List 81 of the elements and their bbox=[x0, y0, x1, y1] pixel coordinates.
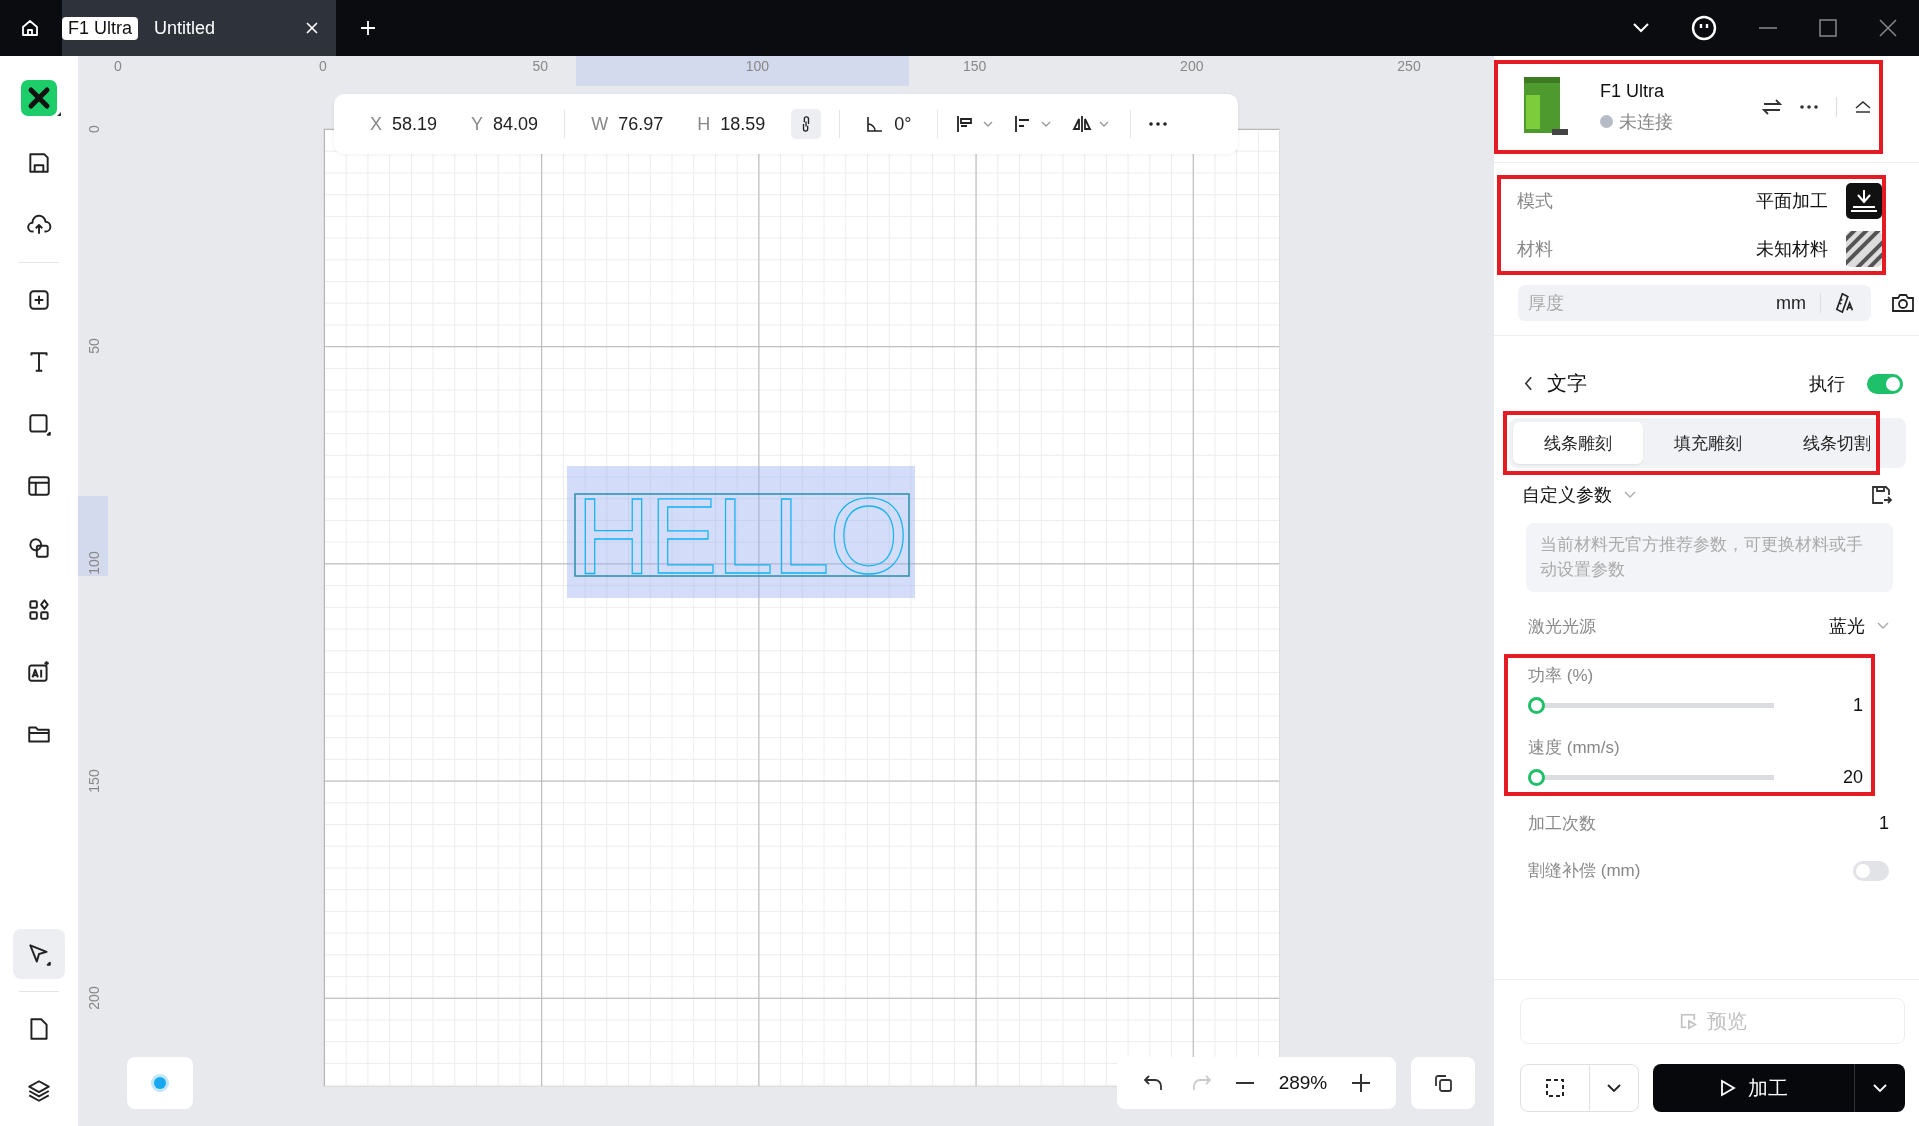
preset-dropdown[interactable]: 自定义参数 bbox=[1522, 483, 1612, 507]
process-tab[interactable]: 线条雕刻 bbox=[1513, 422, 1643, 464]
slider-label: 功率 (%) bbox=[1528, 665, 1595, 688]
setting-label: 模式 bbox=[1517, 190, 1554, 213]
back-icon[interactable] bbox=[1524, 376, 1533, 391]
tab-title: Untitled bbox=[154, 17, 217, 39]
link-icon bbox=[801, 115, 812, 133]
ruler-label: 200 bbox=[87, 985, 101, 1012]
copy-button[interactable] bbox=[1411, 1057, 1475, 1109]
material-swatch-icon[interactable] bbox=[1846, 231, 1882, 267]
ruler-label: 0 bbox=[87, 124, 101, 135]
document-tab[interactable]: F1 Ultra Untitled bbox=[62, 0, 336, 56]
dashed-frame-icon bbox=[1545, 1078, 1565, 1098]
setting-value[interactable]: 未知材料 bbox=[1756, 237, 1828, 261]
camera-icon[interactable] bbox=[1891, 292, 1915, 314]
process-button[interactable]: 加工 bbox=[1653, 1064, 1854, 1112]
indicator-dot-icon bbox=[154, 1077, 166, 1089]
more-icon[interactable] bbox=[1800, 105, 1818, 109]
plus-icon[interactable] bbox=[360, 20, 376, 36]
angle-field[interactable]: 0° bbox=[858, 113, 920, 135]
process-tab[interactable]: 线条切割 bbox=[1772, 422, 1902, 464]
save-preset-icon[interactable] bbox=[1869, 483, 1893, 507]
coordinate-field[interactable]: W 76.97 bbox=[583, 113, 672, 135]
setting-value[interactable]: 平面加工 bbox=[1756, 189, 1828, 213]
connection-status: 未连接 bbox=[1619, 110, 1673, 134]
chevron-down-icon bbox=[1873, 1084, 1887, 1092]
execute-toggle[interactable] bbox=[1867, 373, 1903, 394]
execute-label: 执行 bbox=[1809, 372, 1845, 396]
ruler-label: 250 bbox=[1397, 58, 1421, 74]
status-dot-icon bbox=[1600, 115, 1613, 128]
zoom-in-icon[interactable] bbox=[1351, 1074, 1370, 1092]
setting-label: 材料 bbox=[1517, 238, 1554, 261]
status-card[interactable] bbox=[127, 1057, 193, 1109]
coordinate-field[interactable]: Y 84.09 bbox=[463, 113, 547, 135]
maximize-icon[interactable] bbox=[1819, 19, 1837, 37]
swap-icon[interactable] bbox=[1762, 99, 1782, 115]
slider-value: 20 bbox=[1841, 767, 1863, 789]
ruler-label: 100 bbox=[87, 550, 101, 578]
kerf-toggle[interactable] bbox=[1853, 860, 1889, 881]
layer-title: 文字 bbox=[1547, 371, 1587, 396]
process-dropdown[interactable] bbox=[1854, 1064, 1905, 1112]
frame-button[interactable] bbox=[1520, 1064, 1590, 1112]
thickness-field[interactable]: 厚度 mm bbox=[1518, 285, 1871, 321]
play-icon bbox=[1719, 1079, 1736, 1097]
close-icon[interactable] bbox=[1879, 19, 1897, 37]
link-button[interactable] bbox=[791, 109, 822, 139]
ruler-label: 0 bbox=[319, 58, 327, 74]
ruler-label: 50 bbox=[87, 337, 101, 356]
passes-value[interactable]: 1 bbox=[1879, 813, 1889, 835]
ruler-label: 0 bbox=[114, 58, 122, 74]
ruler-label: 150 bbox=[87, 767, 101, 795]
collapse-icon[interactable] bbox=[1855, 101, 1871, 113]
ruler-label: 200 bbox=[1180, 58, 1204, 74]
slider-label: 速度 (mm/s) bbox=[1528, 737, 1621, 760]
slider-value: 1 bbox=[1852, 695, 1863, 717]
ruler-label: 50 bbox=[532, 58, 548, 74]
home-icon[interactable] bbox=[20, 18, 40, 38]
device-name: F1 Ultra bbox=[1600, 80, 1665, 102]
angle-icon bbox=[866, 115, 885, 133]
passes-label: 加工次数 bbox=[1528, 813, 1596, 836]
laser-source-label: 激光光源 bbox=[1528, 615, 1596, 638]
kerf-label: 割缝补偿 (mm) bbox=[1528, 860, 1641, 883]
coordinate-field[interactable]: X 58.19 bbox=[362, 113, 446, 135]
chevron-down-icon bbox=[1607, 1084, 1621, 1092]
copy-icon bbox=[1433, 1073, 1453, 1093]
laser-source-dropdown[interactable]: 蓝光 bbox=[1829, 614, 1865, 639]
ruler-label: 150 bbox=[962, 58, 987, 74]
laser-mode-icon[interactable] bbox=[1846, 183, 1882, 219]
slider-thumb[interactable] bbox=[1528, 769, 1545, 787]
thickness-input[interactable]: 厚度 bbox=[1526, 291, 1762, 315]
smiley-icon[interactable] bbox=[1691, 15, 1717, 41]
ruler-label: 100 bbox=[745, 58, 770, 74]
preview-icon bbox=[1678, 1012, 1697, 1030]
more-icon[interactable] bbox=[1149, 122, 1168, 126]
zoom-level: 289% bbox=[1278, 1072, 1328, 1094]
device-badge: F1 Ultra bbox=[62, 16, 138, 40]
process-tab[interactable]: 填充雕刻 bbox=[1642, 422, 1773, 464]
coordinate-field[interactable]: H 18.59 bbox=[689, 113, 774, 135]
slider-thumb[interactable] bbox=[1528, 697, 1545, 715]
pointer-tool-icon[interactable] bbox=[13, 929, 65, 979]
notice-text: 当前材料无官方推荐参数，可更换材料或手动设置参数 bbox=[1526, 523, 1893, 593]
